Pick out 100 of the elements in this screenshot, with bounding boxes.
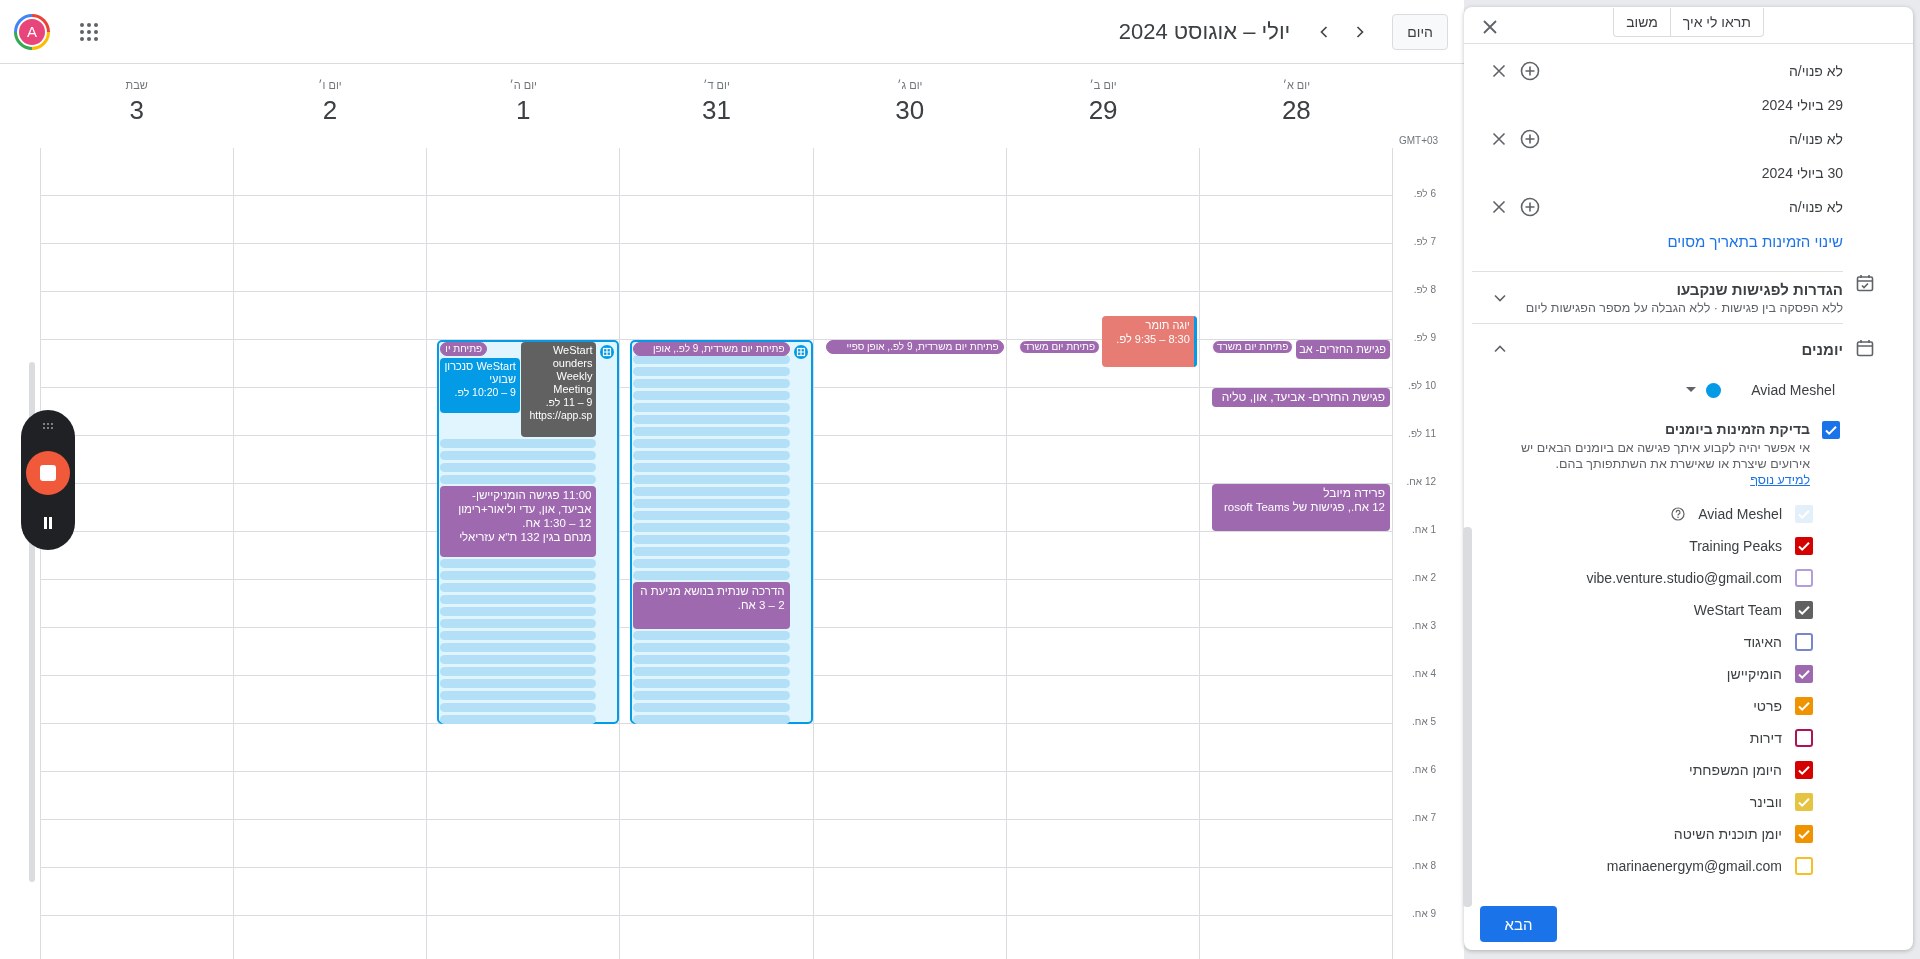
event-location: מנחם בגין 132 ת"א עזריאלי — [459, 530, 592, 544]
event-title: הדרכה שנתית בנושא מניעת ה — [640, 584, 785, 598]
date-number[interactable]: 29 — [1088, 95, 1118, 126]
weekday-label: יום ו׳ — [318, 79, 342, 91]
availability-status: לא פנוי/ה — [1788, 131, 1843, 147]
change-availability-link[interactable]: שינוי הזמינות בתאריך מסוים — [1667, 232, 1843, 250]
pause-icon[interactable] — [42, 516, 54, 530]
event-chip[interactable]: פתיחת יום משרד — [1018, 340, 1101, 354]
calendar-owner-name: Aviad Meshel — [1751, 382, 1835, 398]
avatar[interactable]: A — [14, 13, 50, 50]
next-button[interactable]: הבא — [1480, 906, 1557, 942]
hour-label: 6 אח. — [1412, 764, 1436, 775]
calendar-name: הומיקיישן — [1726, 666, 1782, 682]
event-card[interactable]: פרידה מיובל 12 אח., פגישות של rosoft Teams — [1211, 484, 1390, 531]
description-text: אי אפשר יהיה לקבוע איתך פגישה אם ביומנים הבאים יש אירועים שיצרת או שאישרת את השתתפותך בהם. למידע נוסף — [1519, 440, 1810, 488]
checkbox[interactable] — [1822, 421, 1840, 439]
calendar-name: האיגוד — [1743, 634, 1782, 650]
add-icon[interactable] — [1520, 129, 1540, 149]
availability-status: לא פנוי/ה — [1788, 199, 1843, 215]
section-subtitle: ללא הפסקה בין פגישות · ללא הגבלה על מספר הפגישות ליום — [1525, 300, 1843, 315]
event-chip[interactable]: פתיחת יו — [440, 342, 488, 356]
checkbox-label: בדיקת הזמינות ביומנים — [1664, 421, 1810, 437]
calendar-name: פרטי — [1753, 698, 1782, 714]
date-number[interactable]: 3 — [129, 95, 144, 126]
hour-label: 4 אח. — [1412, 668, 1436, 679]
grid-icon[interactable] — [600, 345, 615, 359]
event-time: 12 אח., פגישות של rosoft Teams — [1223, 500, 1385, 514]
calendar-name: יומן תוכנית השיטה — [1673, 826, 1782, 842]
hour-label: 12 אח. — [1406, 476, 1436, 487]
checkbox[interactable] — [1795, 665, 1813, 683]
calendar-check-icon — [1855, 273, 1875, 293]
checkbox[interactable] — [1795, 633, 1813, 651]
event-title: יוגה תומר — [1145, 318, 1190, 332]
checkbox[interactable] — [1795, 537, 1813, 555]
header-button[interactable]: תראו לי איך — [1669, 8, 1764, 37]
date-number[interactable]: 2 — [322, 95, 338, 126]
checkbox[interactable] — [1795, 825, 1813, 843]
hour-label: 9 אח. — [1412, 908, 1436, 919]
event-chip[interactable]: פתיחת יום משרד — [1211, 340, 1294, 354]
date-number[interactable]: 30 — [895, 95, 925, 126]
event-card[interactable]: פגישת החזרים- אביעד, און, טליה — [1211, 388, 1390, 408]
section-title: יומנים — [1801, 340, 1843, 358]
weekday-label: יום א׳ — [1282, 79, 1311, 91]
calendar-name: Training Peaks — [1689, 538, 1782, 554]
event-card[interactable]: יוגה תומר 8:30 – 9:35 לפ. — [1102, 316, 1197, 367]
availability-selection[interactable]: פתיחת יום משרדית, 9 לפ., אופן הדרכה שנתית בנושא מניעת ה 2 – 3 אח. — [630, 340, 813, 724]
close-icon[interactable] — [1492, 64, 1506, 78]
grid-icon[interactable] — [793, 345, 808, 359]
weekday-label: יום ב׳ — [1089, 79, 1117, 91]
stop-record-button[interactable] — [26, 451, 70, 495]
event-title: 11:00 פגישה הומניקיישן- אביעד, און, עדי וליאור+רימון — [457, 488, 592, 516]
hour-label: 6 לפ. — [1413, 188, 1436, 199]
hour-label: 9 לפ. — [1413, 332, 1436, 343]
weekday-label: יום ד׳ — [703, 79, 730, 91]
checkbox[interactable] — [1795, 697, 1813, 715]
calendar-name: WeStart Team — [1693, 602, 1782, 618]
color-dot[interactable] — [1706, 382, 1722, 398]
date-number[interactable]: 1 — [516, 95, 531, 126]
event-title: פרידה מיובל — [1323, 486, 1385, 500]
event-chip[interactable]: פתיחת יום משרדית, 9 לפ., אופן ספיי — [825, 340, 1004, 354]
date-range-title: יולי – אוגוסט 2024 — [1118, 18, 1291, 45]
hour-label: 1 אח. — [1412, 524, 1436, 535]
event-location: https://app.sp — [529, 409, 593, 422]
today-button[interactable]: היום — [1392, 13, 1448, 50]
hour-label: 7 אח. — [1412, 812, 1436, 823]
checkbox[interactable] — [1795, 793, 1813, 811]
checkbox[interactable] — [1795, 569, 1813, 587]
hour-label: 11 לפ. — [1408, 428, 1436, 439]
checkbox[interactable] — [1795, 761, 1813, 779]
calendar-name: דירות — [1749, 730, 1782, 746]
date-number[interactable]: 31 — [702, 95, 731, 126]
learn-more-link[interactable]: למידע נוסף — [1750, 473, 1810, 487]
close-icon[interactable] — [1482, 19, 1498, 35]
event-time: 2 – 3 אח. — [737, 598, 785, 612]
checkbox[interactable] — [1795, 729, 1813, 747]
add-icon[interactable] — [1520, 197, 1540, 217]
scrollbar[interactable] — [1463, 527, 1472, 907]
add-icon[interactable] — [1520, 61, 1540, 81]
timezone-label: GMT+03 — [1399, 135, 1439, 146]
weekday-label: יום ה׳ — [509, 79, 537, 91]
event-card[interactable]: הדרכה שנתית בנושא מניעת ה 2 – 3 אח. — [633, 582, 790, 629]
close-icon[interactable] — [1492, 132, 1506, 146]
close-icon[interactable] — [1492, 200, 1506, 214]
calendar-name: vibe.venture.studio@gmail.com — [1586, 570, 1782, 586]
event-chip[interactable]: פתיחת יום משרדית, 9 לפ., אופן — [633, 342, 790, 356]
event-card[interactable]: 11:00 פגישה הומניקיישן- אביעד, און, עדי וליאור+רימון 12 – 1:30 אח. מנחם בגין 132 ת"א עזריאלי — [440, 486, 597, 557]
header-button[interactable]: משוב — [1613, 8, 1670, 37]
checkbox[interactable] — [1795, 601, 1813, 619]
weekday-label: שבת — [125, 79, 148, 91]
event-time: 8:30 – 9:35 לפ. — [1116, 332, 1190, 346]
event-card[interactable]: WeStart סנכרון שבועי 9 – 10:20 לפ. — [440, 357, 520, 413]
hour-label: 10 לפ. — [1408, 380, 1436, 391]
apps-grid-icon[interactable] — [80, 22, 98, 41]
dropdown-caret-icon[interactable] — [1686, 387, 1697, 393]
event-title: WeStart סנכרון שבועי — [444, 359, 516, 386]
event-time: 9 – 10:20 לפ. — [454, 385, 516, 399]
hour-label: 8 אח. — [1412, 860, 1436, 871]
drag-handle-icon[interactable] — [42, 422, 54, 430]
date-label: 30 ביולי 2024 — [1761, 165, 1843, 181]
date-number[interactable]: 28 — [1281, 95, 1311, 126]
